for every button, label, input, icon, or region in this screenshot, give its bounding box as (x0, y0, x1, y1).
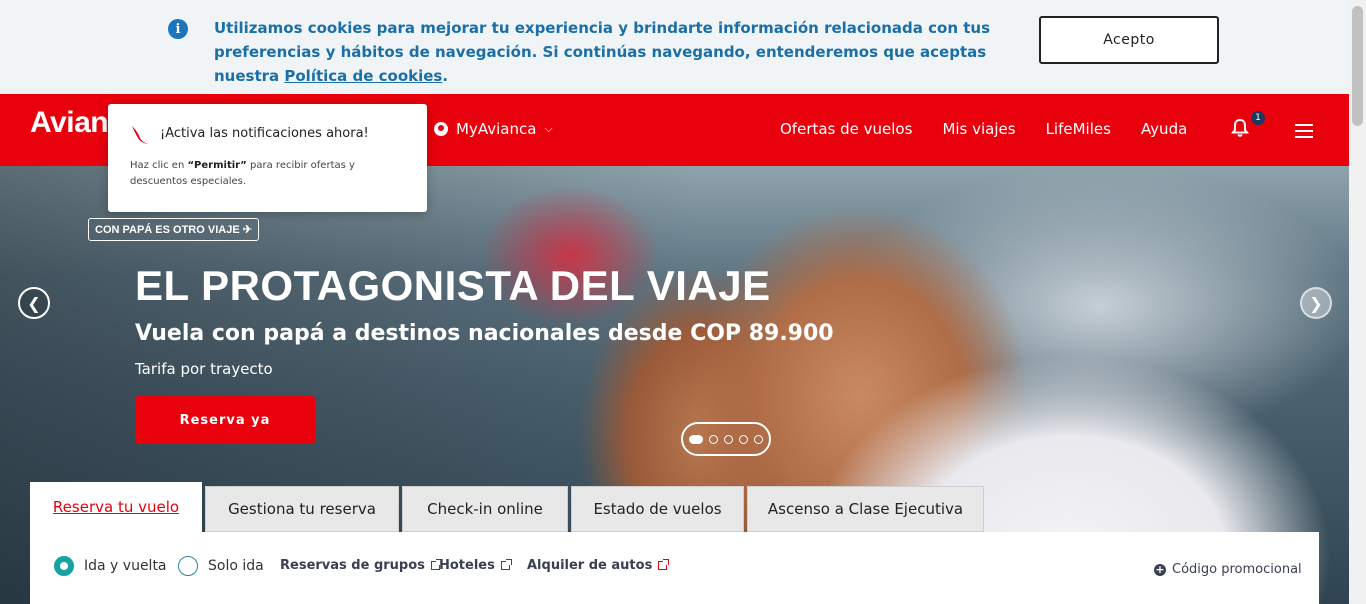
main-nav: Ofertas de vuelos Mis viajes LifeMiles A… (780, 120, 1187, 138)
tab-check-in-online[interactable]: Check-in online (402, 486, 568, 532)
page-scrollbar[interactable] (1349, 0, 1366, 604)
avianca-bird-icon (132, 126, 148, 144)
hero-headline: EL PROTAGONISTA DEL VIAJE (135, 262, 771, 309)
link-label: Alquiler de autos (527, 558, 653, 573)
popup-title: ¡Activa las notificaciones ahora! (160, 126, 369, 141)
radio-circle[interactable] (54, 556, 74, 576)
popup-body-bold: “Permitir” (187, 160, 247, 171)
promo-label: Código promocional (1172, 562, 1302, 577)
carousel-dot-5[interactable] (754, 434, 763, 444)
campaign-tag: CON PAPÁ ES OTRO VIAJE ✈ (88, 218, 259, 241)
link-reservas-de-grupos[interactable]: Reservas de grupos (280, 558, 442, 573)
external-link-icon (658, 559, 670, 570)
myavianca-label: MyAvianca (456, 120, 537, 138)
booking-tabs: Reserva tu vuelo Gestiona tu reserva Che… (30, 482, 987, 532)
radio-label: Ida y vuelta (84, 558, 167, 574)
carousel-next-arrow-icon[interactable]: ❯ (1300, 287, 1332, 319)
tab-gestiona-tu-reserva[interactable]: Gestiona tu reserva (205, 486, 399, 532)
cookie-policy-link[interactable]: Política de cookies (284, 67, 442, 85)
chevron-down-icon: ⌵ (544, 122, 553, 135)
cookie-message: Utilizamos cookies para mejorar tu exper… (214, 16, 1014, 88)
cookie-banner: i Utilizamos cookies para mejorar tu exp… (0, 0, 1349, 94)
bell-icon[interactable] (1230, 118, 1250, 138)
link-label: Reservas de grupos (280, 558, 425, 573)
carousel-dot-3[interactable] (724, 434, 733, 444)
tab-estado-de-vuelos[interactable]: Estado de vuelos (571, 486, 744, 532)
carousel-dot-4[interactable] (739, 434, 748, 444)
tab-reserva-tu-vuelo[interactable]: Reserva tu vuelo (30, 482, 202, 532)
tab-ascenso-clase-ejecutiva[interactable]: Ascenso a Clase Ejecutiva (747, 486, 984, 532)
link-label: Hoteles (439, 558, 495, 573)
link-hoteles[interactable]: Hoteles (439, 558, 512, 573)
hero-subheadline: Vuela con papá a destinos nacionales des… (135, 321, 834, 346)
radio-solo-ida[interactable]: Solo ida (178, 556, 264, 576)
promo-code-toggle[interactable]: + Código promocional (1154, 562, 1302, 577)
plus-circle-icon: + (1154, 563, 1166, 576)
user-icon (434, 122, 448, 136)
carousel-dot-1[interactable] (689, 434, 703, 444)
booking-panel: Ida y vuelta Solo ida Reservas de grupos… (30, 532, 1319, 604)
scrollbar-thumb[interactable] (1352, 6, 1363, 126)
radio-label: Solo ida (208, 558, 264, 574)
avianca-logo[interactable]: Avian (30, 106, 109, 140)
info-icon: i (168, 19, 188, 39)
nav-ofertas[interactable]: Ofertas de vuelos (780, 120, 912, 138)
external-link-icon (500, 559, 512, 570)
carousel-prev-arrow-icon[interactable]: ❮ (18, 287, 50, 319)
nav-mis-viajes[interactable]: Mis viajes (942, 120, 1015, 138)
carousel-dot-2[interactable] (709, 434, 718, 444)
myavianca-menu[interactable]: MyAvianca ⌵ (434, 120, 553, 138)
radio-ida-y-vuelta[interactable]: Ida y vuelta (54, 556, 167, 576)
cookie-text-end: . (442, 67, 449, 85)
reserve-now-button[interactable]: Reserva ya (135, 396, 315, 444)
popup-body: Haz clic en “Permitir” para recibir ofer… (130, 158, 410, 190)
link-alquiler-de-autos[interactable]: Alquiler de autos (527, 558, 670, 573)
notification-permission-popup[interactable]: ¡Activa las notificaciones ahora! Haz cl… (108, 104, 427, 212)
radio-circle[interactable] (178, 556, 198, 576)
hamburger-menu-icon[interactable] (1295, 124, 1313, 138)
popup-body-prefix: Haz clic en (130, 160, 188, 171)
nav-ayuda[interactable]: Ayuda (1141, 120, 1187, 138)
accept-cookies-button[interactable]: Acepto (1039, 16, 1219, 64)
fare-note: Tarifa por trayecto (135, 360, 273, 378)
nav-lifemiles[interactable]: LifeMiles (1046, 120, 1111, 138)
carousel-pagination (681, 422, 771, 456)
notification-count-badge: 1 (1251, 111, 1265, 125)
